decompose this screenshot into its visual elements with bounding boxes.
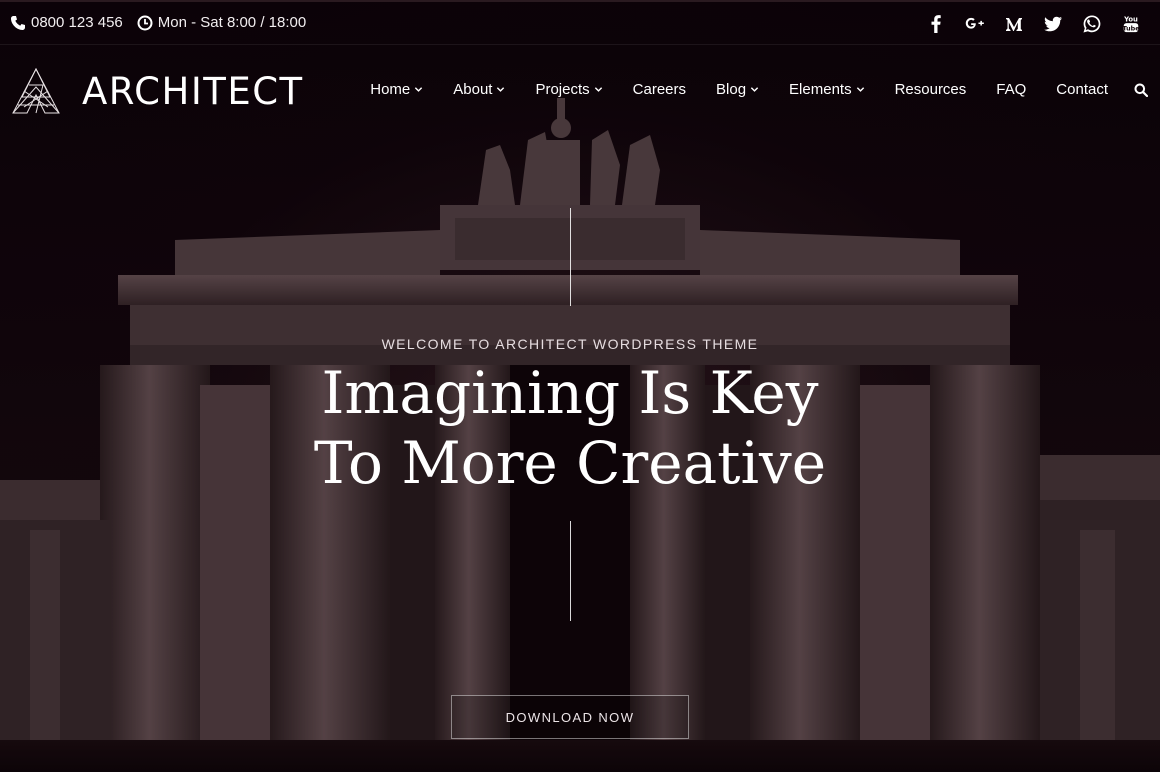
twitter-icon (1044, 16, 1062, 32)
hero-divider-top (570, 208, 571, 306)
phone-icon (11, 15, 25, 30)
hero-headline-line-1: Imagining Is Key (321, 359, 819, 427)
google-plus-icon (965, 17, 984, 29)
nav-item-home[interactable]: Home (370, 81, 423, 98)
nav-label-blog: Blog (716, 81, 747, 98)
nav-label-elements: Elements (789, 81, 852, 98)
hero-eyebrow: WELCOME TO ARCHITECT WORDPRESS THEME (381, 336, 759, 352)
svg-text:You: You (1123, 15, 1138, 23)
chevron-down-icon (856, 87, 864, 92)
nav-item-careers[interactable]: Careers (633, 81, 686, 98)
logo-text: ARCHITECT (82, 69, 304, 113)
chevron-down-icon (750, 87, 759, 92)
nav-item-resources[interactable]: Resources (895, 81, 967, 98)
nav-item-contact[interactable]: Contact (1056, 81, 1108, 98)
hero-headline: Imagining Is Key To More Creative (0, 358, 1140, 498)
clock-icon (137, 15, 153, 30)
medium-icon (1006, 18, 1022, 31)
top-bar-contact: 0800 123 456 Mon - Sat 8:00 / 18:00 (10, 14, 320, 31)
download-now-button[interactable]: DOWNLOAD NOW (451, 695, 689, 739)
whatsapp-icon (1083, 15, 1101, 33)
hours-item: Mon - Sat 8:00 / 18:00 (137, 14, 306, 31)
main-nav: Home About Projects Careers Blog Element… (340, 81, 1148, 98)
nav-label-contact: Contact (1056, 81, 1108, 98)
nav-label-home: Home (370, 81, 411, 98)
medium-link[interactable] (1003, 13, 1025, 35)
chevron-down-icon (594, 87, 602, 92)
top-bar: 0800 123 456 Mon - Sat 8:00 / 18:00 You … (0, 0, 1160, 45)
nav-item-blog[interactable]: Blog (716, 81, 759, 98)
nav-item-elements[interactable]: Elements (789, 81, 865, 98)
phone-item[interactable]: 0800 123 456 (10, 14, 123, 31)
youtube-link[interactable]: You Tube (1120, 13, 1142, 35)
nav-label-careers: Careers (632, 81, 687, 98)
search-icon[interactable] (1134, 83, 1148, 97)
site-header: ARCHITECT Home About Projects Careers Bl… (0, 45, 1160, 137)
site-logo[interactable]: ARCHITECT (10, 67, 304, 115)
phone-number: 0800 123 456 (31, 14, 123, 31)
svg-text:Tube: Tube (1122, 25, 1139, 32)
facebook-icon (931, 15, 941, 33)
youtube-icon: You Tube (1122, 15, 1139, 32)
chevron-down-icon (497, 87, 505, 92)
nav-label-resources: Resources (894, 81, 967, 98)
whatsapp-link[interactable] (1081, 13, 1103, 35)
nav-item-faq[interactable]: FAQ (996, 81, 1026, 98)
nav-label-about: About (453, 81, 493, 98)
twitter-link[interactable] (1042, 13, 1064, 35)
chevron-down-icon (415, 87, 423, 92)
nav-label-projects: Projects (535, 81, 590, 98)
nav-item-projects[interactable]: Projects (535, 81, 602, 98)
hero-headline-line-2: To More Creative (313, 429, 827, 497)
facebook-link[interactable] (925, 13, 947, 35)
page: 0800 123 456 Mon - Sat 8:00 / 18:00 You … (0, 0, 1160, 772)
logo-mark-icon (12, 67, 60, 114)
google-plus-link[interactable] (964, 13, 986, 35)
hero-divider-bottom (570, 521, 571, 621)
nav-item-about[interactable]: About (453, 81, 505, 98)
opening-hours: Mon - Sat 8:00 / 18:00 (157, 14, 307, 31)
social-links: You Tube (908, 13, 1142, 35)
nav-label-faq: FAQ (996, 81, 1027, 98)
